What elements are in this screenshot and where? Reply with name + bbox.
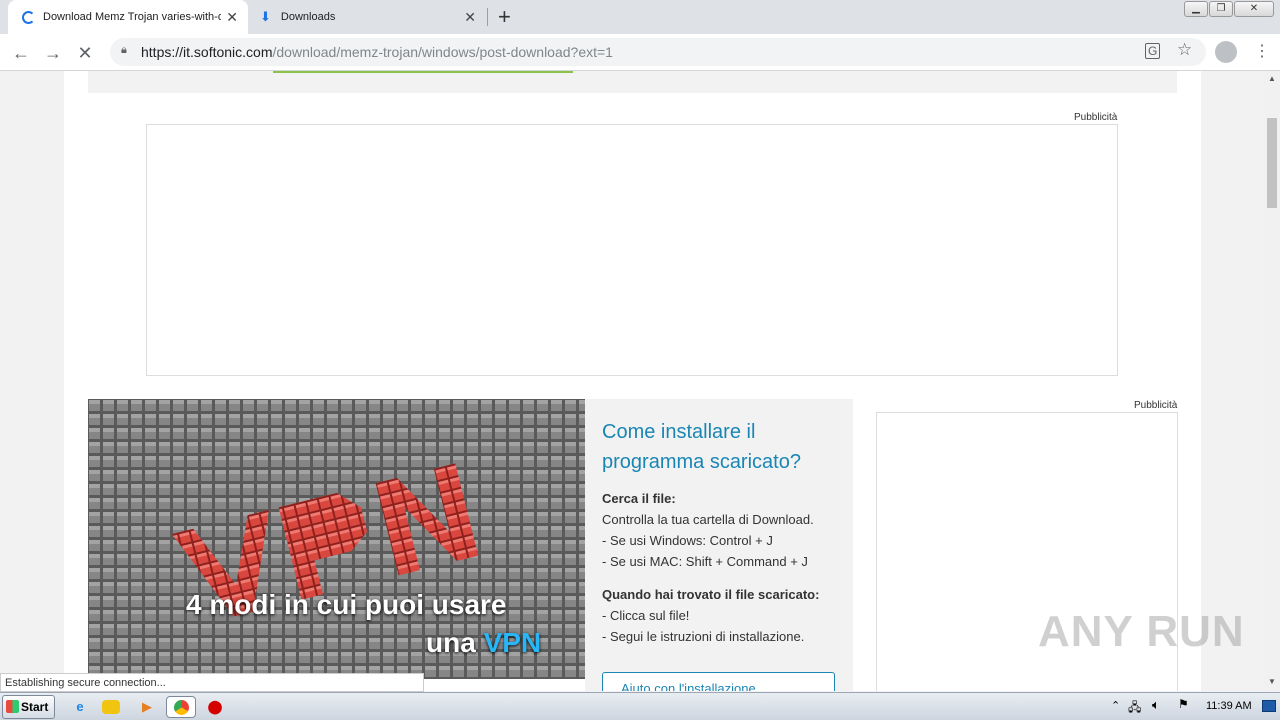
close-tab-icon[interactable]: ✕ (464, 9, 476, 26)
tab-title: Downloads (280, 11, 336, 23)
install-help-title: Come installare il programma scaricato? (602, 421, 801, 473)
tab-separator (487, 8, 488, 26)
tab-strip: Download Memz Trojan varies-with-d ✕ ⬇ D… (0, 0, 1280, 34)
found-heading: Quando hai trovato il file scaricato: (602, 587, 820, 602)
profile-avatar-icon[interactable] (1215, 41, 1237, 63)
chrome-logo-icon (174, 700, 189, 715)
tray-expand-icon[interactable]: ⌃ (1111, 699, 1120, 712)
close-tab-icon[interactable]: ✕ (226, 9, 238, 26)
tab-title: Download Memz Trojan varies-with-d (43, 11, 221, 23)
windows-taskbar: Start e ▶ ⬤ ⌃ 🖧 🔈︎ ⚑ 11:39 AM (0, 692, 1280, 720)
file-explorer-icon[interactable] (102, 700, 120, 714)
forward-icon[interactable]: → (40, 40, 66, 66)
install-help-button[interactable]: Aiuto con l'installazione (602, 672, 835, 691)
tab-memz[interactable]: Download Memz Trojan varies-with-d ✕ (8, 0, 248, 34)
vpn-promo-line2: una VPN (426, 627, 541, 659)
action-center-flag-icon[interactable]: ⚑ (1178, 697, 1189, 711)
internet-explorer-icon[interactable]: e (69, 696, 91, 718)
found-line: - Segui le istruzioni di installazione. (602, 629, 805, 644)
minimize-window-icon[interactable]: ▁ (1184, 1, 1208, 17)
download-icon: ⬇ (260, 9, 271, 24)
download-progress-bar (273, 71, 573, 73)
bookmark-star-icon[interactable]: ☆ (1177, 40, 1192, 60)
new-tab-icon[interactable]: + (498, 4, 511, 30)
found-line: - Clicca sul file! (602, 608, 690, 623)
install-help-box: Come installare il programma scaricato? … (585, 399, 853, 691)
menu-icon[interactable]: ⋮ (1254, 41, 1270, 61)
scroll-up-icon[interactable]: ▲ (1268, 74, 1276, 83)
vpn-promo-image[interactable]: 4 modi in cui puoi usare una VPN (88, 399, 585, 679)
close-window-icon[interactable]: ✕ (1234, 1, 1274, 17)
tab-downloads[interactable]: ⬇ Downloads ✕ (250, 0, 486, 34)
media-player-icon[interactable]: ▶ (136, 696, 158, 718)
chrome-icon[interactable] (166, 696, 196, 718)
url-text: https://it.softonic.com/download/memz-tr… (141, 44, 613, 60)
taskbar-clock[interactable]: 11:39 AM (1206, 700, 1252, 712)
find-line: Controlla la tua cartella di Download. (602, 512, 814, 527)
show-desktop-icon[interactable] (1262, 700, 1276, 712)
find-line: - Se usi MAC: Shift + Command + J (602, 554, 808, 569)
opera-icon[interactable]: ⬤ (204, 696, 226, 718)
network-icon[interactable]: 🖧 (1128, 698, 1141, 719)
ad-banner-top[interactable] (146, 124, 1118, 376)
ad-label: Pubblicità (1134, 400, 1178, 411)
url-host: https://it.softonic.com (141, 44, 273, 60)
find-heading: Cerca il file: (602, 491, 676, 506)
vpn-promo-highlight: VPN (483, 627, 542, 658)
scrollbar-thumb[interactable] (1267, 118, 1277, 208)
scroll-down-icon[interactable]: ▼ (1268, 677, 1276, 686)
stop-loading-icon[interactable]: ✕ (72, 40, 98, 66)
address-bar[interactable]: 🔒︎ https://it.softonic.com/download/memz… (110, 38, 1206, 66)
translate-icon[interactable]: G (1145, 43, 1161, 59)
lock-icon: 🔒︎ (121, 44, 127, 56)
windows-logo-icon (6, 700, 19, 713)
url-path: /download/memz-trojan/windows/post-downl… (272, 44, 613, 60)
download-header-strip (88, 71, 1177, 93)
vpn-promo-line1: 4 modi in cui puoi usare (186, 589, 507, 620)
page-scrollbar[interactable]: ▲ ▼ (1264, 71, 1280, 691)
restore-window-icon[interactable]: ❐ (1209, 1, 1233, 17)
browser-toolbar: ← → ✕ 🔒︎ https://it.softonic.com/downloa… (0, 34, 1280, 71)
status-bubble: Establishing secure connection... (0, 673, 424, 692)
content-column: Pubblicità 4 modi in cui puoi usare una … (64, 71, 1201, 691)
volume-icon[interactable]: 🔈︎ (1152, 697, 1160, 713)
vpn-promo-line2-prefix: una (426, 627, 484, 658)
anyrun-watermark: ANY RUN (1038, 607, 1245, 656)
start-label: Start (21, 700, 49, 714)
ad-label: Pubblicità (1074, 112, 1118, 123)
find-line: - Se usi Windows: Control + J (602, 533, 773, 548)
start-button[interactable]: Start (2, 695, 55, 719)
loading-spinner-icon (22, 10, 35, 24)
back-icon[interactable]: ← (8, 40, 34, 66)
page-viewport: Pubblicità 4 modi in cui puoi usare una … (0, 71, 1264, 691)
